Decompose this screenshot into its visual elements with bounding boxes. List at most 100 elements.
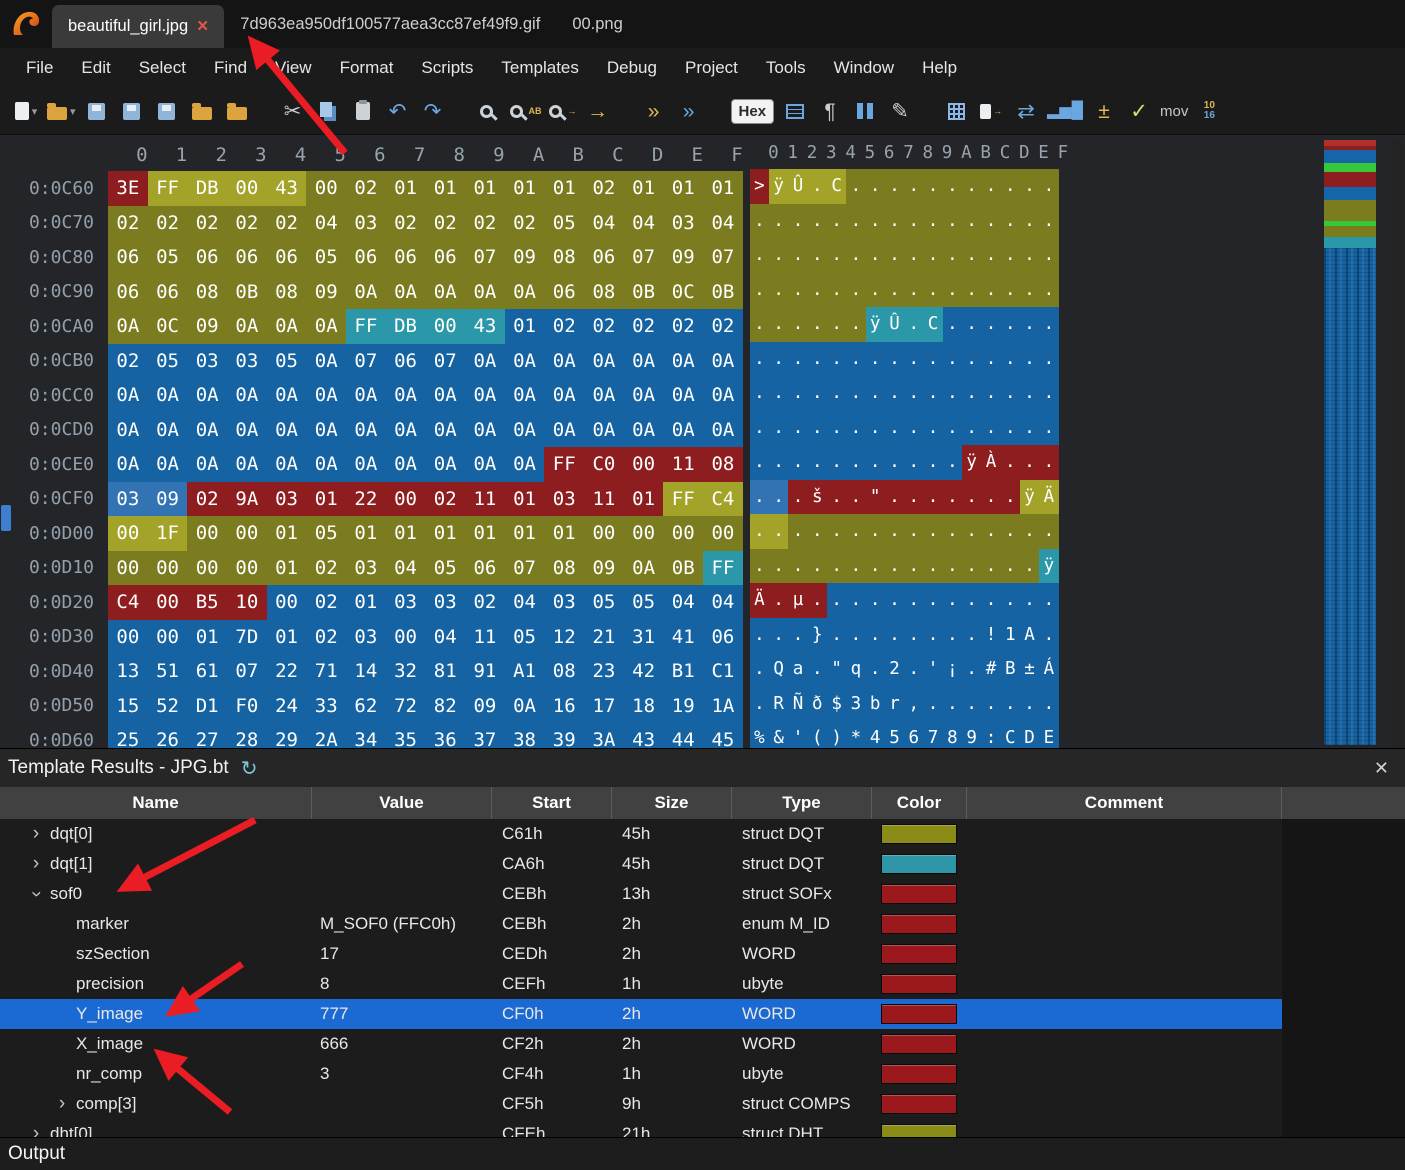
- ascii-char[interactable]: .: [923, 342, 942, 377]
- hex-byte[interactable]: 44: [663, 723, 703, 748]
- ascii-char[interactable]: .: [943, 514, 962, 549]
- ascii-char[interactable]: À: [981, 445, 1000, 480]
- template-row[interactable]: ›comp[3]CF5h9hstruct COMPS: [0, 1089, 1282, 1119]
- hex-byte[interactable]: 04: [703, 206, 743, 241]
- ascii-char[interactable]: .: [1039, 376, 1058, 411]
- ascii-char[interactable]: .: [769, 549, 788, 584]
- hex-byte[interactable]: 05: [544, 206, 584, 241]
- ascii-char[interactable]: .: [750, 342, 769, 377]
- ascii-char[interactable]: .: [846, 480, 865, 515]
- hex-byte[interactable]: 09: [187, 309, 227, 344]
- ascii-char[interactable]: .: [846, 204, 865, 239]
- hex-byte[interactable]: 43: [465, 309, 505, 344]
- show-whitespace-button[interactable]: ¶: [816, 96, 844, 126]
- ascii-char[interactable]: %: [750, 721, 769, 748]
- minimap[interactable]: [1324, 140, 1376, 745]
- ascii-char[interactable]: .: [1039, 238, 1058, 273]
- ascii-char[interactable]: .: [750, 687, 769, 722]
- ascii-char[interactable]: .: [885, 549, 904, 584]
- redo-button[interactable]: ↷: [419, 96, 447, 126]
- ascii-char[interactable]: .: [1020, 445, 1039, 480]
- ascii-char[interactable]: .: [808, 204, 827, 239]
- hex-byte[interactable]: B5: [187, 585, 227, 620]
- hex-byte[interactable]: 0A: [108, 447, 148, 482]
- ascii-char[interactable]: .: [1001, 687, 1020, 722]
- hex-byte[interactable]: 06: [267, 240, 307, 275]
- ascii-char[interactable]: .: [962, 169, 981, 204]
- ascii-char[interactable]: .: [885, 376, 904, 411]
- ascii-char[interactable]: D: [1020, 721, 1039, 748]
- ascii-char[interactable]: .: [788, 618, 807, 653]
- ascii-char[interactable]: .: [1001, 169, 1020, 204]
- hex-byte[interactable]: 09: [306, 275, 346, 310]
- hex-byte[interactable]: 00: [187, 516, 227, 551]
- ascii-char[interactable]: .: [1020, 169, 1039, 204]
- ascii-char[interactable]: .: [1001, 445, 1020, 480]
- hex-byte[interactable]: 0A: [624, 344, 664, 379]
- hex-byte[interactable]: 01: [544, 171, 584, 206]
- template-row[interactable]: szSection17CEDh2hWORD: [0, 939, 1282, 969]
- hex-byte[interactable]: 08: [544, 551, 584, 586]
- ascii-char[interactable]: .: [769, 445, 788, 480]
- ascii-char[interactable]: .: [981, 411, 1000, 446]
- ascii-char[interactable]: .: [904, 307, 923, 342]
- inspector-button[interactable]: ✎: [886, 96, 914, 126]
- ascii-char[interactable]: .: [750, 411, 769, 446]
- ascii-char[interactable]: .: [769, 411, 788, 446]
- hex-byte[interactable]: DB: [187, 171, 227, 206]
- ascii-char[interactable]: $: [827, 687, 846, 722]
- ascii-char[interactable]: q: [846, 652, 865, 687]
- export-hex-button[interactable]: [223, 96, 251, 126]
- hex-byte[interactable]: 15: [108, 689, 148, 724]
- hex-byte[interactable]: C1: [703, 654, 743, 689]
- hex-byte[interactable]: 04: [425, 620, 465, 655]
- ascii-char[interactable]: .: [885, 238, 904, 273]
- hex-byte[interactable]: 08: [584, 275, 624, 310]
- hex-byte[interactable]: 01: [505, 516, 545, 551]
- menu-debug[interactable]: Debug: [593, 58, 671, 78]
- hex-byte[interactable]: 0A: [465, 447, 505, 482]
- ascii-char[interactable]: .: [1001, 480, 1020, 515]
- ascii-char[interactable]: .: [1039, 687, 1058, 722]
- ascii-char[interactable]: .: [1039, 169, 1058, 204]
- hex-byte[interactable]: 0A: [187, 413, 227, 448]
- cut-button[interactable]: ✂: [279, 96, 307, 126]
- hex-byte[interactable]: 0A: [306, 378, 346, 413]
- ascii-char[interactable]: .: [866, 273, 885, 308]
- hex-byte[interactable]: 01: [544, 516, 584, 551]
- hex-byte[interactable]: 9A: [227, 482, 267, 517]
- ascii-char[interactable]: .: [904, 342, 923, 377]
- ascii-char[interactable]: .: [981, 514, 1000, 549]
- hex-byte[interactable]: 02: [306, 585, 346, 620]
- hex-byte[interactable]: 00: [227, 171, 267, 206]
- column-header-color[interactable]: Color: [872, 787, 967, 819]
- hex-byte[interactable]: 01: [465, 171, 505, 206]
- ascii-char[interactable]: .: [962, 376, 981, 411]
- ascii-char[interactable]: ‚: [904, 687, 923, 722]
- hex-byte[interactable]: 02: [346, 171, 386, 206]
- ascii-char[interactable]: .: [827, 273, 846, 308]
- hex-byte[interactable]: 0A: [227, 378, 267, 413]
- hex-byte[interactable]: 03: [346, 551, 386, 586]
- hex-byte[interactable]: 05: [306, 516, 346, 551]
- ascii-char[interactable]: .: [846, 445, 865, 480]
- hex-byte[interactable]: 0A: [306, 344, 346, 379]
- hex-byte[interactable]: 12: [544, 620, 584, 655]
- chevron-icon[interactable]: ›: [25, 880, 47, 908]
- hex-byte[interactable]: 24: [267, 689, 307, 724]
- tab[interactable]: beautiful_girl.jpg×: [52, 5, 224, 48]
- ascii-char[interactable]: .: [750, 204, 769, 239]
- hex-byte[interactable]: 00: [663, 516, 703, 551]
- ascii-char[interactable]: .: [943, 445, 962, 480]
- ascii-char[interactable]: .: [923, 549, 942, 584]
- ascii-char[interactable]: .: [981, 169, 1000, 204]
- hex-byte[interactable]: 01: [187, 620, 227, 655]
- ascii-char[interactable]: .: [750, 273, 769, 308]
- ascii-char[interactable]: Ñ: [788, 687, 807, 722]
- ascii-char[interactable]: 5: [885, 721, 904, 748]
- ascii-char[interactable]: .: [1020, 549, 1039, 584]
- hex-byte[interactable]: 0A: [346, 413, 386, 448]
- ascii-char[interactable]: .: [846, 618, 865, 653]
- ascii-char[interactable]: .: [904, 652, 923, 687]
- hex-byte[interactable]: 0A: [465, 378, 505, 413]
